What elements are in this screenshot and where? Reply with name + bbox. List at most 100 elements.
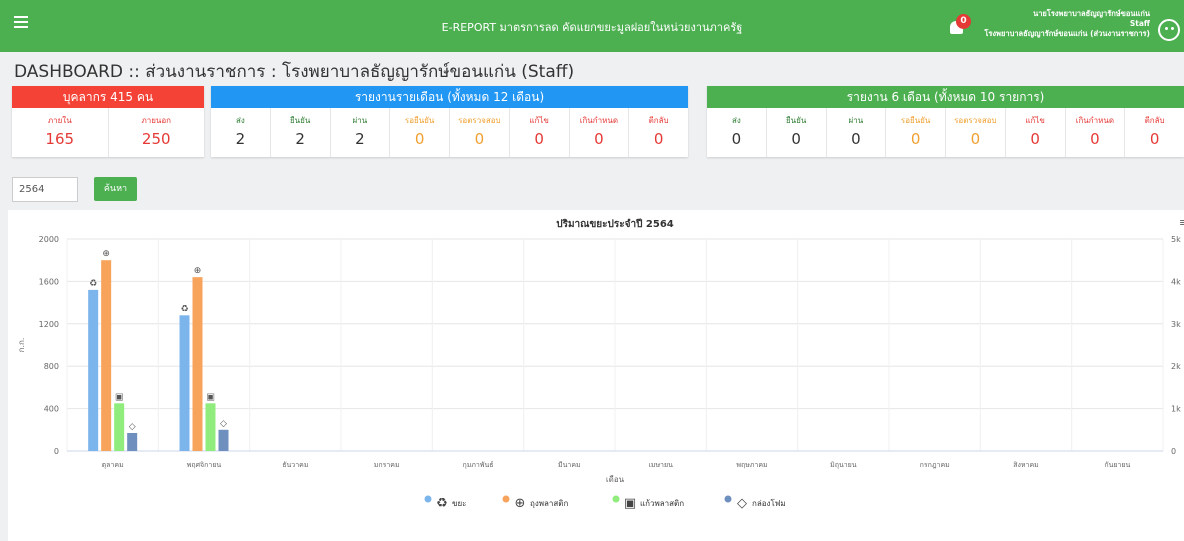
y2-tick-label: 3k [1171, 320, 1181, 329]
stat-value: 0 [910, 130, 921, 148]
sixmonth-stat-cell: ผ่าน 0 [825, 108, 886, 157]
user-name: นายโรงพยาบาลธัญญารักษ์ขอนแก่น [1033, 9, 1150, 18]
legend-label: ขยะ [452, 499, 466, 508]
monthly-stat-cell: ส่ง 2 [211, 108, 270, 157]
sixmonth-stat-cell: ส่ง 0 [707, 108, 766, 157]
stat-label: รอยืนยัน [404, 116, 435, 125]
y2-tick-label: 5k [1171, 235, 1181, 244]
monthly-stat-cell: ผ่าน 2 [329, 108, 390, 157]
plastic-cup-icon: ▣ [624, 496, 636, 511]
legend-marker [502, 495, 510, 503]
bar [179, 315, 190, 451]
stat-label: แก้ไข [1025, 116, 1045, 125]
x-tick-label: ตุลาคม [102, 461, 124, 469]
x-tick-label: พฤศจิกายน [187, 461, 222, 469]
sixmonth-stat-cell: เกินกำหนด 0 [1064, 108, 1125, 157]
y-tick-label: 0 [54, 447, 59, 456]
monthly-stat-cell: แก้ไข 0 [508, 108, 569, 157]
stat-value: 0 [1030, 130, 1040, 148]
sixmonth-report-card-title: รายงาน 6 เดือน (ทั้งหมด 10 รายการ) [707, 86, 1184, 108]
stat-label: รอตรวจสอบ [954, 116, 997, 125]
legend-label: ถุงพลาสติก [530, 499, 568, 508]
sixmonth-stat-cell: ยืนยัน 0 [765, 108, 826, 157]
stat-label: ภายใน [47, 116, 72, 125]
user-org: โรงพยาบาลธัญญารักษ์ขอนแก่น (ส่วนงานราชกา… [984, 29, 1150, 38]
y-axis-label: ก.ก. [17, 338, 26, 353]
plastic-bag-icon: ⊕ [515, 496, 526, 511]
year-input[interactable] [12, 177, 78, 202]
x-tick-label: มิถุนายน [830, 461, 857, 469]
chart-title: ปริมาณขยะประจำปี 2564 [556, 218, 674, 230]
stat-value: 250 [141, 130, 171, 148]
y2-tick-label: 2k [1171, 362, 1181, 371]
bar [192, 277, 203, 451]
personnel-stat-cell: ภายนอก 250 [107, 108, 205, 157]
stat-label: เกินกำหนด [579, 116, 619, 125]
x-tick-label: กุมภาพันธ์ [462, 461, 493, 469]
sixmonth-stat-cell: ตีกลับ 0 [1124, 108, 1184, 157]
stat-value: 0 [791, 130, 801, 148]
recycle-icon: ♻ [89, 279, 97, 289]
stat-value: 0 [1090, 130, 1100, 148]
y-tick-label: 1600 [39, 277, 59, 286]
page-title: DASHBOARD :: ส่วนงานราชการ : โรงพยาบาลธั… [14, 62, 575, 82]
bar [114, 403, 125, 451]
foam-box-icon: ◇ [737, 496, 747, 511]
waste-chart-panel: ปริมาณขยะประจำปี 2564 0 400 800 1200 1600 2000… [8, 210, 1184, 541]
stat-label: รอยืนยัน [900, 116, 931, 125]
user-role: Staff [1129, 19, 1150, 28]
plastic-bag-icon: ⊕ [102, 249, 110, 259]
stat-label: ยืนยัน [785, 116, 807, 125]
stat-value: 0 [851, 130, 861, 148]
stat-label: ภายนอก [141, 116, 172, 125]
stat-label: แก้ไข [529, 116, 549, 125]
stat-value: 0 [474, 130, 485, 148]
x-tick-label: มกราคม [374, 461, 400, 469]
stat-value: 0 [1149, 130, 1160, 148]
legend-label: กล่องโฟม [752, 498, 786, 508]
stat-value: 2 [355, 130, 365, 148]
plastic-cup-icon: ▣ [115, 392, 124, 402]
stat-label: ยืนยัน [289, 116, 311, 125]
personnel-card: บุคลากร 415 คน ภายใน 165 ภายนอก 250 [12, 86, 204, 157]
stat-label: ตีกลับ [1144, 116, 1165, 125]
personnel-card-title: บุคลากร 415 คน [12, 86, 204, 108]
legend-marker [424, 495, 432, 503]
stat-value: 0 [414, 130, 425, 148]
sixmonth-report-card: รายงาน 6 เดือน (ทั้งหมด 10 รายการ) ส่ง 0 ย… [707, 86, 1184, 157]
x-tick-label: พฤษภาคม [736, 461, 767, 469]
search-button[interactable]: ค้นหา [94, 177, 137, 201]
stat-value: 0 [653, 130, 664, 148]
legend-label: แก้วพลาสติก [640, 499, 684, 508]
bar [218, 429, 229, 451]
monthly-report-card-title: รายงานรายเดือน (ทั้งหมด 12 เดือน) [211, 86, 688, 108]
y-tick-label: 400 [44, 405, 59, 414]
notification-button[interactable]: 0 [945, 12, 973, 40]
plastic-bag-icon: ⊕ [194, 266, 202, 276]
stat-label: ผ่าน [848, 116, 864, 125]
x-tick-label: สิงหาคม [1013, 461, 1039, 469]
avatar-icon[interactable] [1158, 19, 1180, 41]
bar [101, 260, 112, 451]
stat-label: รอตรวจสอบ [458, 116, 501, 125]
foam-box-icon: ◇ [220, 419, 227, 429]
stat-value: 2 [235, 130, 246, 148]
user-menu[interactable]: นายโรงพยาบาลธัญญารักษ์ขอนแก่น Staff โรงพ… [984, 9, 1150, 39]
legend-marker [612, 495, 620, 503]
chart-menu-icon[interactable]: ≡ [1179, 216, 1184, 229]
stat-label: เกินกำหนด [1075, 116, 1115, 125]
y2-tick-label: 0 [1171, 447, 1176, 456]
stat-label: ส่ง [731, 116, 741, 125]
stat-value: 0 [970, 130, 981, 148]
x-tick-label: เมษายน [648, 461, 673, 469]
x-tick-label: กรกฎาคม [920, 461, 950, 469]
bar [127, 432, 138, 451]
stat-value: 0 [534, 130, 544, 148]
bar [205, 403, 216, 451]
y-tick-label: 800 [44, 362, 59, 371]
personnel-stat-cell: ภายใน 165 [12, 108, 108, 157]
monthly-report-card: รายงานรายเดือน (ทั้งหมด 12 เดือน) ส่ง 2 ยื… [211, 86, 688, 157]
x-tick-label: กันยายน [1104, 461, 1130, 469]
foam-box-icon: ◇ [129, 422, 136, 432]
monthly-stat-cell: ตีกลับ 0 [628, 108, 688, 157]
